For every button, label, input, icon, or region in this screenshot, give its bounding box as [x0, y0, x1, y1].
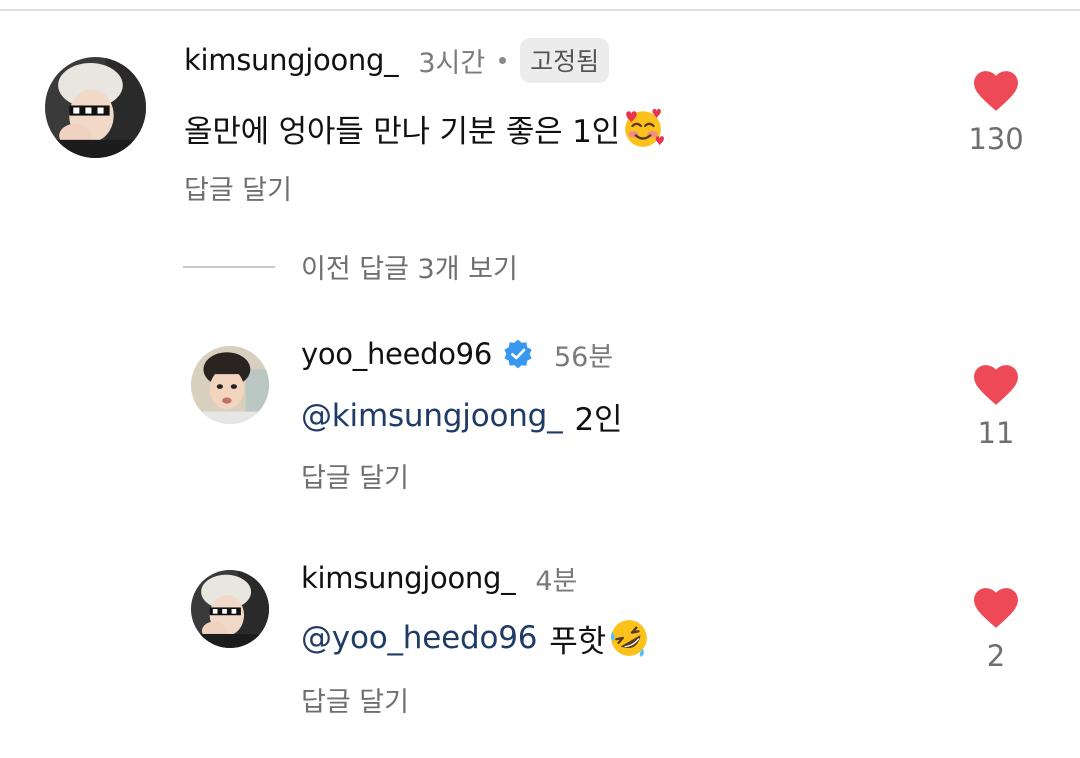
timestamp: 3시간: [418, 47, 486, 79]
separator-dot: [499, 56, 507, 64]
heart-icon[interactable]: [973, 587, 1019, 629]
avatar-image: [191, 346, 269, 424]
mention-link[interactable]: @kimsungjoong_: [301, 398, 563, 434]
like-count: 2: [986, 639, 1006, 673]
username[interactable]: kimsungjoong_: [184, 43, 399, 77]
avatar-image: [191, 570, 269, 648]
comment-body: 푸핫: [549, 623, 606, 660]
heart-icon[interactable]: [973, 364, 1019, 406]
username[interactable]: yoo_heedo96: [301, 337, 492, 371]
avatar[interactable]: [191, 570, 269, 648]
like-group: 11: [966, 364, 1026, 450]
like-count: 130: [968, 122, 1024, 156]
reply-button[interactable]: 답글 달기: [301, 456, 409, 495]
comment-text: 올만에 엉아들 만나 기분 좋은 1인: [184, 106, 664, 150]
comment-text: @yoo_heedo96 푸핫: [301, 616, 650, 660]
comment-body: 2인: [574, 401, 623, 438]
comment-meta: kimsungjoong_ 3시간 고정됨: [184, 37, 610, 83]
mention-link[interactable]: @yoo_heedo96: [301, 620, 537, 656]
avatar[interactable]: [45, 57, 146, 158]
like-group: 2: [966, 587, 1026, 673]
avatar-image: [45, 57, 146, 158]
timestamp: 56분: [553, 341, 614, 373]
timestamp: 4분: [535, 565, 578, 597]
comment-meta: kimsungjoong_ 4분: [301, 558, 577, 598]
like-group: 130: [966, 70, 1026, 156]
divider: [0, 9, 1080, 11]
view-previous-replies-label: 이전 답글 3개 보기: [301, 254, 518, 285]
username[interactable]: kimsungjoong_: [301, 561, 516, 595]
like-count: 11: [977, 416, 1015, 450]
verified-badge-icon: [504, 339, 532, 369]
reply-thread-line: [183, 265, 275, 268]
comment-body: 올만에 엉아들 만나 기분 좋은 1인: [184, 113, 620, 150]
heart-icon[interactable]: [973, 70, 1019, 112]
comment-meta: yoo_heedo96 56분: [301, 334, 613, 374]
pinned-badge: 고정됨: [520, 37, 610, 83]
comment-text: @kimsungjoong_ 2인: [301, 394, 623, 438]
reply-button[interactable]: 답글 달기: [301, 680, 409, 719]
avatar[interactable]: [191, 346, 269, 424]
view-previous-replies[interactable]: 이전 답글 3개 보기: [183, 247, 518, 286]
rolling-on-the-floor-laughing-icon: [610, 620, 647, 657]
smiling-face-with-hearts-icon: [625, 108, 664, 147]
reply-button[interactable]: 답글 달기: [184, 168, 292, 207]
